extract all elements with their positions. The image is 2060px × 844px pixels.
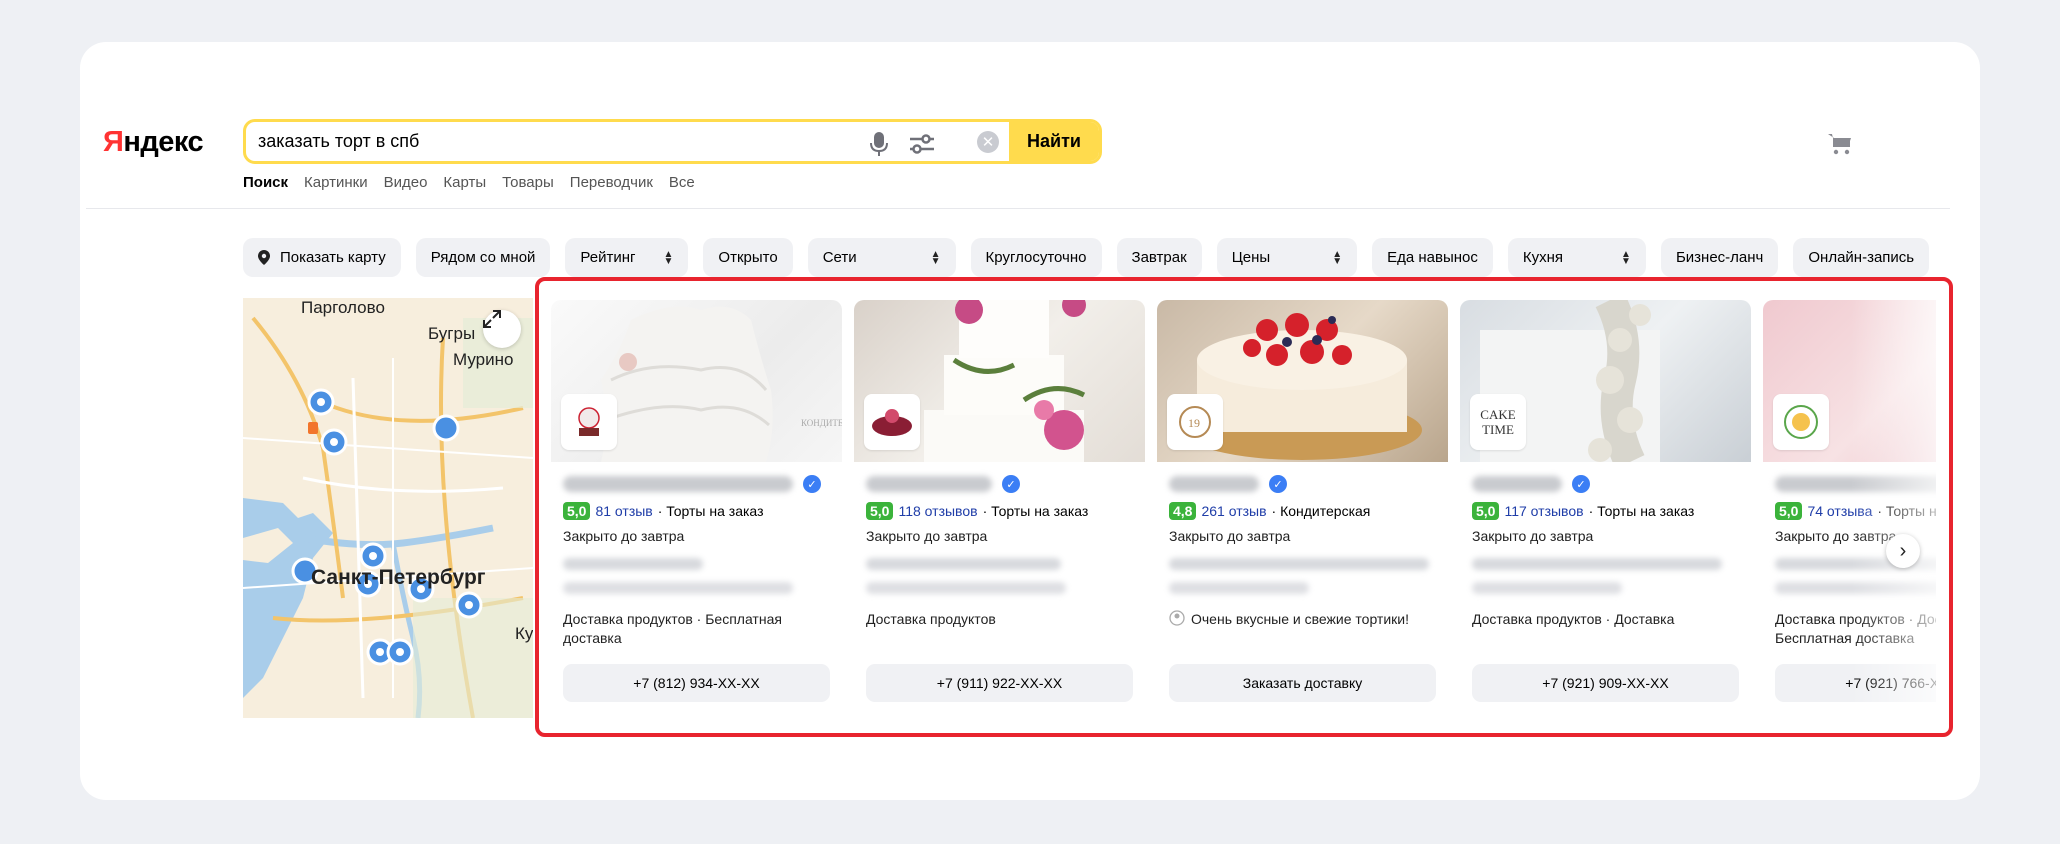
tab-maps[interactable]: Карты: [443, 174, 486, 191]
filter-breakfast[interactable]: Завтрак: [1116, 238, 1202, 277]
filter-chains[interactable]: Сети ▲ ▼: [807, 238, 956, 277]
cart-icon[interactable]: [1824, 128, 1856, 160]
filter-online-booking[interactable]: Онлайн-запись: [1793, 238, 1930, 277]
filter-chips: Показать карту Рядом со мной Рейтинг ▲ ▼ О…: [243, 238, 1930, 277]
search-tabs: Поиск Картинки Видео Карты Товары Перево…: [243, 174, 695, 191]
filter-rating[interactable]: Рейтинг ▲ ▼: [565, 238, 689, 277]
header-divider: [86, 208, 1950, 209]
mini-map[interactable]: Парголово Бугры Мурино Санкт-Петербург К…: [243, 298, 533, 718]
filter-nearby[interactable]: Рядом со мной: [415, 238, 551, 277]
sort-arrows-icon: ▲ ▼: [663, 248, 674, 267]
filter-show-map[interactable]: Показать карту: [243, 238, 401, 277]
carousel-next-icon[interactable]: ›: [1886, 534, 1920, 568]
filter-prices[interactable]: Цены ▲ ▼: [1216, 238, 1358, 277]
filter-settings-icon[interactable]: [906, 128, 938, 160]
expand-map-icon[interactable]: [483, 310, 521, 348]
filter-cuisine[interactable]: Кухня ▲ ▼: [1507, 238, 1646, 277]
filter-business-lunch[interactable]: Бизнес-ланч: [1660, 238, 1779, 277]
filter-takeaway[interactable]: Еда навынос: [1372, 238, 1493, 277]
sort-arrows-icon: ▲ ▼: [1332, 248, 1343, 267]
tab-all[interactable]: Все: [669, 174, 695, 191]
sort-arrows-icon: ▲ ▼: [930, 248, 941, 267]
tab-images[interactable]: Картинки: [304, 174, 368, 191]
tab-products[interactable]: Товары: [502, 174, 554, 191]
yandex-logo[interactable]: Яндекс: [103, 126, 204, 159]
search-results-card: Яндекс ✕ Найти Поиск Картинки Видео Карт…: [80, 42, 1980, 800]
clear-icon[interactable]: ✕: [977, 130, 999, 153]
highlight-frame: [535, 277, 1953, 737]
filter-open[interactable]: Открыто: [703, 238, 793, 277]
microphone-icon[interactable]: [863, 128, 895, 160]
sort-arrows-icon: ▲ ▼: [1621, 248, 1631, 267]
search-bar: ✕ Найти: [243, 119, 1102, 164]
search-button[interactable]: Найти: [1009, 122, 1099, 161]
tab-search[interactable]: Поиск: [243, 174, 288, 191]
tab-video[interactable]: Видео: [384, 174, 428, 191]
filter-24h[interactable]: Круглосуточно: [970, 238, 1102, 277]
map-pin-icon: [258, 250, 270, 265]
tab-translator[interactable]: Переводчик: [570, 174, 653, 191]
